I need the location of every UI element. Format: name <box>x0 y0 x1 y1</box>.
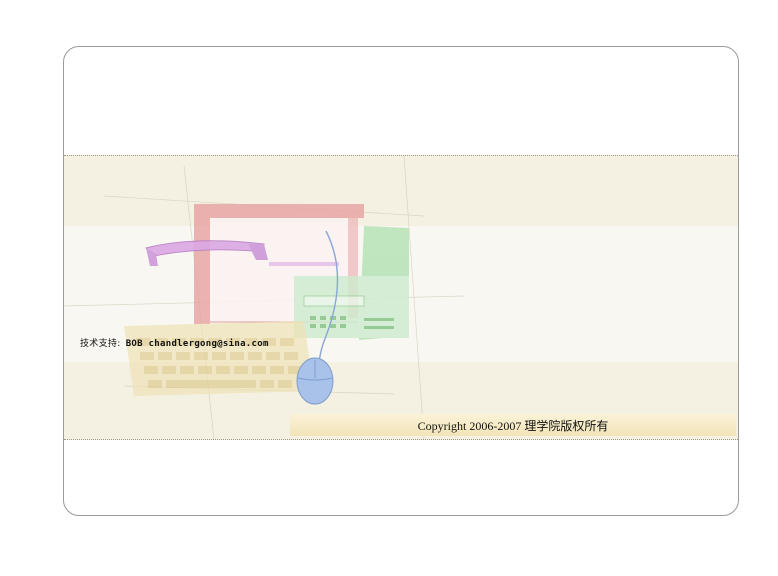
copyright-bar: Copyright 2006-2007 理学院版权所有 <box>290 414 736 436</box>
tech-support-contact: BOB chandlergong@sina.com <box>125 339 269 349</box>
tech-support-text: 技术支持: BOB chandlergong@sina.com <box>80 336 269 349</box>
keyboard-icon <box>124 321 314 396</box>
office-illustration <box>64 156 465 439</box>
copyright-text: Copyright 2006-2007 理学院版权所有 <box>417 418 609 433</box>
mouse-icon <box>296 357 334 405</box>
tech-support-label: 技术支持: <box>80 339 121 349</box>
login-frame: 技术支持: BOB chandlergong@sina.com Copyrigh… <box>63 46 739 516</box>
header-banner: 技术支持: BOB chandlergong@sina.com Copyrigh… <box>64 155 738 440</box>
